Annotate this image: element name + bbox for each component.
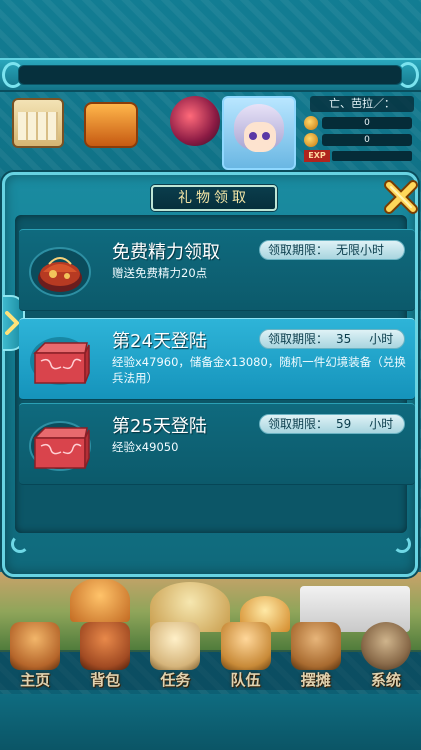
deadline-unit: 小时 [369,417,394,431]
bottom-strip [0,694,421,750]
ingot-icon [304,133,318,147]
reward-row-free-energy[interactable]: 免费精力领取 领取期限： 无限小时 赠送免费精力20点 [19,229,415,311]
corner-ornament-br [393,535,411,553]
team-icon [220,622,271,670]
gift-claim-dialog: 礼物领取 免费精力领取 领取期限： 无限小时 赠送免费精力20点 第24天登陆 … [2,172,418,577]
avatar-eye-left [249,132,257,140]
reward-row-day-25[interactable]: 第25天登陆 领取期限： 59 小时 经验x49050 [19,403,415,485]
shop-building [70,578,130,622]
avatar-eye-right [262,132,270,140]
nav-label: 背包 [90,671,121,689]
deadline-label: 领取期限： [268,417,329,431]
reward-description: 经验x47960，储备金x13080，随机一件幻境装备（兑换兵法用） [112,355,406,385]
nav-home[interactable]: 主页 [4,620,66,694]
exp-tag: EXP [304,150,330,162]
nav-stall[interactable]: 摆摊 [285,620,347,694]
deadline-badge: 领取期限： 无限小时 [259,240,405,260]
deadline-label: 领取期限： [268,332,329,346]
reward-title: 第24天登陆 [112,331,207,352]
avatar[interactable] [222,96,296,170]
gear-icon [360,622,411,670]
deadline-badge: 领取期限： 35 小时 [259,329,405,349]
gold-row: 0 [304,116,412,130]
dialog-title: 礼物领取 [178,190,250,206]
top-message-slot [18,65,402,85]
calendar-icon[interactable] [12,98,64,148]
deadline-value: 无限小时 [336,243,385,257]
deadline-value: 59 [336,417,352,431]
energy-pouch-icon [27,242,93,300]
bottom-nav: 主页 背包 任务 队伍 摆摊 系统 [0,620,421,694]
nav-tasks[interactable]: 任务 [144,620,206,694]
chevron-right-icon [5,311,19,335]
right-scroll-ornament [397,62,419,88]
silver-row: 0 [304,133,412,147]
nav-backpack[interactable]: 背包 [74,620,136,694]
backpack-icon [80,622,131,670]
dialog-title-plate: 礼物领取 [151,185,277,211]
deadline-badge: 领取期限： 59 小时 [259,414,405,434]
nav-team[interactable]: 队伍 [215,620,277,694]
player-name: 亡、芭拉／： [310,96,414,112]
treasure-chest-icon[interactable] [84,102,138,148]
nav-label: 队伍 [230,671,261,689]
red-chest-icon [27,331,93,389]
reward-description: 赠送免费精力20点 [112,266,208,280]
close-button[interactable] [383,179,419,215]
player-stats-panel: 亡、芭拉／： 0 0 EXP [300,96,416,164]
reward-title: 免费精力领取 [112,242,220,263]
nav-system[interactable]: 系统 [355,620,417,694]
silver-value: 0 [322,134,412,146]
corner-ornament-bl [11,535,29,553]
reward-title: 第25天登陆 [112,416,207,437]
deadline-label: 领取期限： [268,243,329,257]
gold-coin-icon [304,116,318,130]
nav-label: 摆摊 [300,671,331,689]
home-pavilion-icon [10,622,61,670]
stall-icon [290,622,341,670]
nav-label: 系统 [370,671,401,689]
top-status-bar [0,58,421,92]
nav-label: 任务 [160,671,191,689]
lantern-icon[interactable] [170,96,220,146]
red-chest-icon [27,416,93,474]
scroll-task-icon [150,622,201,670]
exp-bar [332,151,412,161]
deadline-unit: 小时 [369,332,394,346]
exp-row: EXP [304,150,412,162]
close-icon [384,180,418,214]
reward-description: 经验x49050 [112,440,179,454]
deadline-value: 35 [336,332,352,346]
gold-value: 0 [322,117,412,129]
reward-row-day-24[interactable]: 第24天登陆 领取期限： 35 小时 经验x47960，储备金x13080，随机一件… [19,318,415,400]
nav-label: 主页 [20,671,51,689]
